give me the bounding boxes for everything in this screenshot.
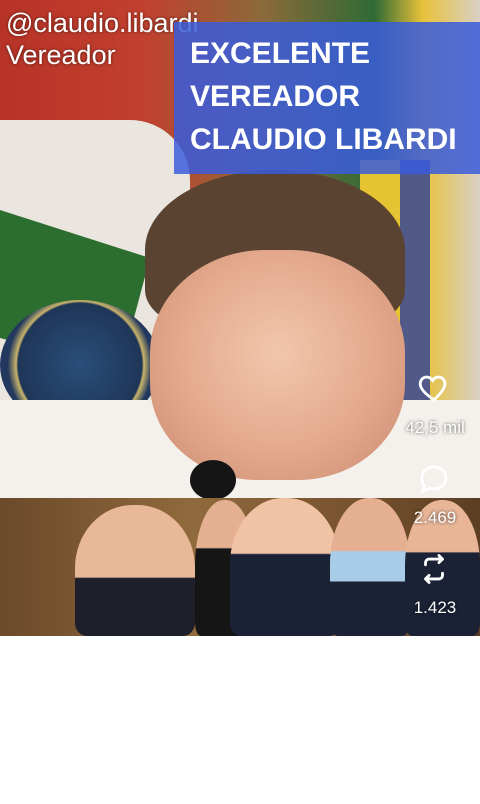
repost-count: 1.423 xyxy=(413,598,457,617)
caption-banner: EXCELENTE VEREADOR CLAUDIO LIBARDI xyxy=(174,22,480,174)
microphone xyxy=(190,460,236,500)
speaker-face xyxy=(150,250,405,480)
repost-icon[interactable] xyxy=(417,552,451,586)
comment-count: 2.469 xyxy=(413,508,457,527)
like-count: 42,5 mil xyxy=(405,418,465,437)
caption-line: CLAUDIO LIBARDI xyxy=(190,123,457,156)
inset-person xyxy=(75,505,195,636)
caption-line: EXCELENTE xyxy=(190,37,371,70)
creator-handle[interactable]: @claudio.libardi xyxy=(6,8,199,38)
inset-person xyxy=(230,498,340,636)
comment-icon[interactable] xyxy=(417,462,451,496)
creator-role: Vereador xyxy=(6,40,116,70)
caption-line: VEREADOR xyxy=(190,80,361,113)
like-icon[interactable] xyxy=(417,370,451,404)
